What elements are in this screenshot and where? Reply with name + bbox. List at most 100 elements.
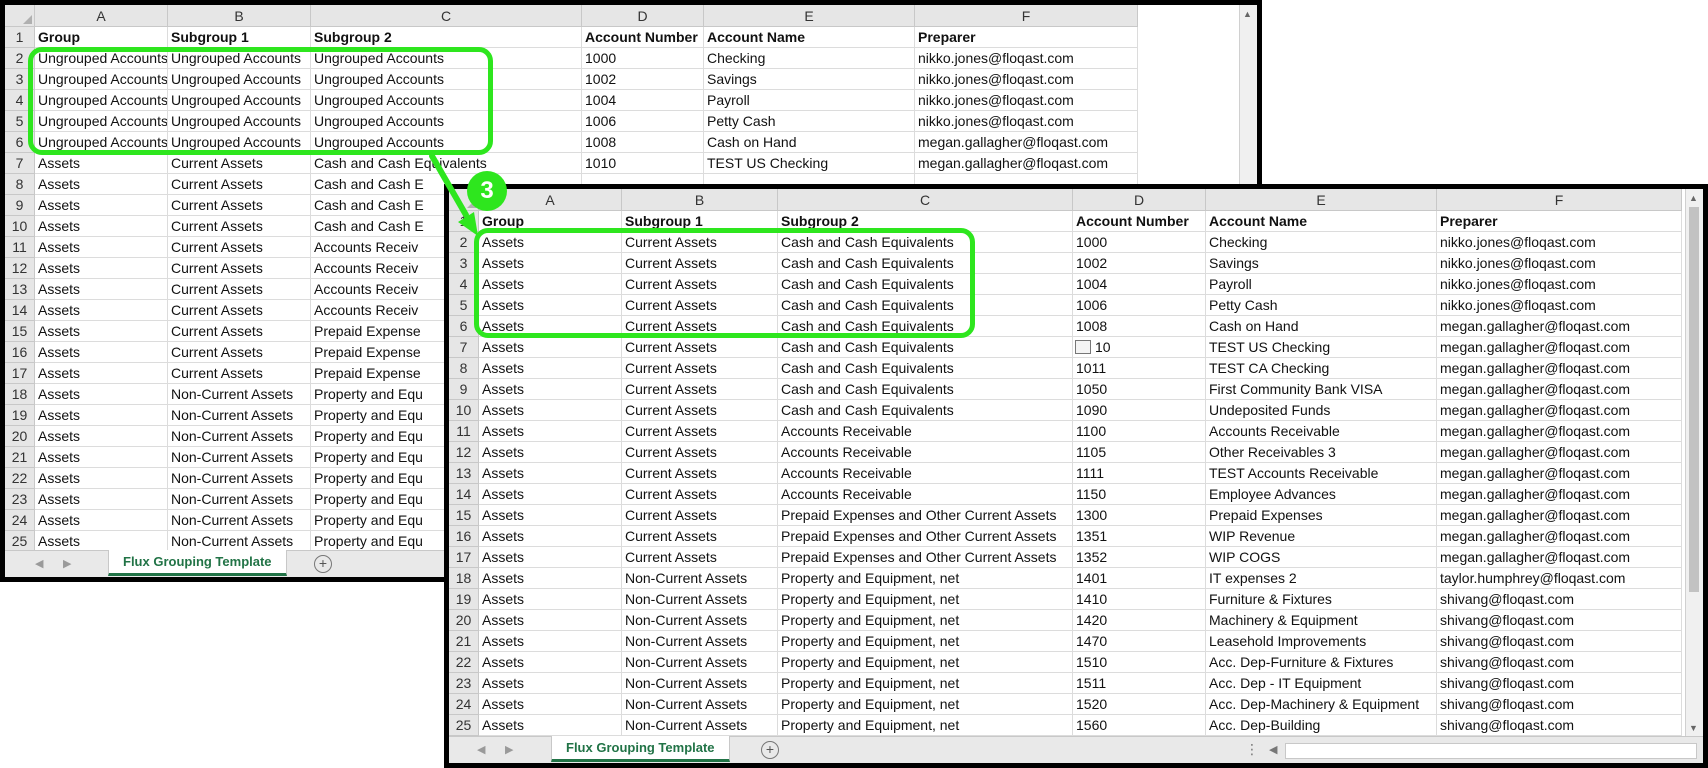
table-cell[interactable]: Cash on Hand: [704, 132, 915, 153]
row-number[interactable]: 25: [449, 715, 479, 736]
split-handle-icon[interactable]: ⋮: [1245, 741, 1259, 758]
table-cell[interactable]: Assets: [479, 568, 622, 589]
table-cell[interactable]: Assets: [35, 426, 168, 447]
table-cell[interactable]: taylor.humphrey@floqast.com: [1437, 568, 1682, 589]
table-cell[interactable]: Non-Current Assets: [622, 610, 778, 631]
table-cell[interactable]: Assets: [479, 631, 622, 652]
table-cell[interactable]: megan.gallagher@floqast.com: [1437, 358, 1682, 379]
table-cell[interactable]: Cash and Cash Equivalents: [778, 400, 1073, 421]
table-cell[interactable]: 1006: [1073, 295, 1206, 316]
table-cell[interactable]: Assets: [35, 279, 168, 300]
horizontal-scrollbar[interactable]: [1285, 743, 1697, 759]
select-all-corner[interactable]: [5, 5, 35, 27]
table-cell[interactable]: megan.gallagher@floqast.com: [1437, 505, 1682, 526]
table-cell[interactable]: Assets: [35, 258, 168, 279]
table-cell[interactable]: Assets: [479, 379, 622, 400]
table-cell[interactable]: 1105: [1073, 442, 1206, 463]
row-number[interactable]: 12: [449, 442, 479, 463]
table-cell[interactable]: Current Assets: [622, 337, 778, 358]
table-cell[interactable]: Acc. Dep - IT Equipment: [1206, 673, 1437, 694]
table-cell[interactable]: Non-Current Assets: [622, 631, 778, 652]
table-cell[interactable]: Assets: [479, 610, 622, 631]
table-cell[interactable]: Current Assets: [622, 421, 778, 442]
table-cell[interactable]: Property and Equipment, net: [778, 715, 1073, 736]
table-cell[interactable]: Assets: [35, 384, 168, 405]
table-cell[interactable]: shivang@floqast.com: [1437, 631, 1682, 652]
table-cell[interactable]: 1510: [1073, 652, 1206, 673]
table-cell[interactable]: megan.gallagher@floqast.com: [915, 132, 1138, 153]
table-cell[interactable]: 1401: [1073, 568, 1206, 589]
row-number[interactable]: 8: [449, 358, 479, 379]
table-cell[interactable]: megan.gallagher@floqast.com: [915, 153, 1138, 174]
table-cell[interactable]: nikko.jones@floqast.com: [915, 90, 1138, 111]
row-number[interactable]: 10: [449, 400, 479, 421]
row-number[interactable]: 16: [449, 526, 479, 547]
row-number[interactable]: 14: [449, 484, 479, 505]
scroll-up-arrow[interactable]: ▲: [1689, 193, 1698, 203]
table-cell[interactable]: 1004: [1073, 274, 1206, 295]
table-cell[interactable]: Current Assets: [168, 258, 311, 279]
row-number[interactable]: 8: [5, 174, 35, 195]
table-cell[interactable]: 1000: [1073, 232, 1206, 253]
row-number[interactable]: 24: [449, 694, 479, 715]
row-number[interactable]: 12: [5, 258, 35, 279]
table-cell[interactable]: Prepaid Expenses: [1206, 505, 1437, 526]
header-cell[interactable]: Subgroup 1: [168, 27, 311, 48]
table-cell[interactable]: shivang@floqast.com: [1437, 715, 1682, 736]
table-cell[interactable]: Current Assets: [168, 174, 311, 195]
table-cell[interactable]: Assets: [35, 405, 168, 426]
table-cell[interactable]: Non-Current Assets: [168, 426, 311, 447]
table-cell[interactable]: 1000: [582, 48, 704, 69]
table-cell[interactable]: Cash and Cash Equivalents: [778, 337, 1073, 358]
table-cell[interactable]: Current Assets: [622, 526, 778, 547]
table-cell[interactable]: 1011: [1073, 358, 1206, 379]
table-cell[interactable]: Assets: [479, 547, 622, 568]
table-cell[interactable]: Non-Current Assets: [622, 568, 778, 589]
table-cell[interactable]: Payroll: [1206, 274, 1437, 295]
scroll-thumb[interactable]: [1689, 207, 1699, 592]
table-cell[interactable]: Current Assets: [168, 342, 311, 363]
table-cell[interactable]: Assets: [35, 363, 168, 384]
table-cell[interactable]: 1352: [1073, 547, 1206, 568]
table-cell[interactable]: megan.gallagher@floqast.com: [1437, 337, 1682, 358]
table-cell[interactable]: 1090: [1073, 400, 1206, 421]
table-cell[interactable]: First Community Bank VISA: [1206, 379, 1437, 400]
table-cell[interactable]: Cash on Hand: [1206, 316, 1437, 337]
column-header-e[interactable]: E: [704, 5, 915, 27]
table-cell[interactable]: Current Assets: [168, 300, 311, 321]
table-cell[interactable]: Current Assets: [622, 505, 778, 526]
table-cell[interactable]: Non-Current Assets: [622, 694, 778, 715]
row-number[interactable]: 9: [449, 379, 479, 400]
table-cell[interactable]: megan.gallagher@floqast.com: [1437, 316, 1682, 337]
row-number[interactable]: 19: [5, 405, 35, 426]
table-cell[interactable]: Property and Equipment, net: [778, 589, 1073, 610]
table-cell[interactable]: Current Assets: [168, 363, 311, 384]
column-header-c[interactable]: C: [311, 5, 582, 27]
row-number[interactable]: 20: [449, 610, 479, 631]
header-cell[interactable]: Preparer: [1437, 211, 1682, 232]
table-cell[interactable]: Assets: [479, 337, 622, 358]
row-number[interactable]: 21: [5, 447, 35, 468]
table-cell[interactable]: shivang@floqast.com: [1437, 673, 1682, 694]
row-number[interactable]: 11: [449, 421, 479, 442]
table-cell[interactable]: megan.gallagher@floqast.com: [1437, 400, 1682, 421]
table-cell[interactable]: Acc. Dep-Furniture & Fixtures: [1206, 652, 1437, 673]
table-cell[interactable]: 1150: [1073, 484, 1206, 505]
table-cell[interactable]: shivang@floqast.com: [1437, 652, 1682, 673]
table-cell[interactable]: Assets: [35, 300, 168, 321]
row-number[interactable]: 1: [449, 211, 479, 232]
header-cell[interactable]: Account Number: [582, 27, 704, 48]
table-cell[interactable]: Assets: [35, 531, 168, 552]
table-cell[interactable]: 1470: [1073, 631, 1206, 652]
table-cell[interactable]: Assets: [479, 463, 622, 484]
table-cell[interactable]: Current Assets: [622, 484, 778, 505]
table-cell[interactable]: Accounts Receivable: [778, 421, 1073, 442]
table-cell[interactable]: Current Assets: [168, 195, 311, 216]
table-cell[interactable]: nikko.jones@floqast.com: [915, 111, 1138, 132]
table-cell[interactable]: Leasehold Improvements: [1206, 631, 1437, 652]
table-cell[interactable]: nikko.jones@floqast.com: [1437, 253, 1682, 274]
table-cell[interactable]: Assets: [35, 153, 168, 174]
table-cell[interactable]: 1300: [1073, 505, 1206, 526]
table-cell[interactable]: Checking: [704, 48, 915, 69]
table-cell[interactable]: TEST Accounts Receivable: [1206, 463, 1437, 484]
